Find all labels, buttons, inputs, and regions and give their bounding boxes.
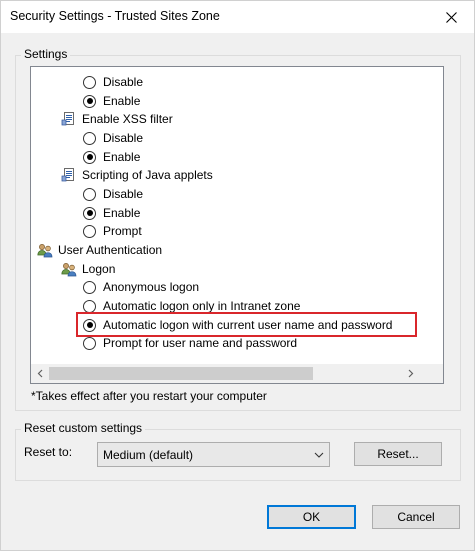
- option-label: Prompt: [103, 224, 142, 238]
- tree-category: User Authentication: [37, 241, 162, 259]
- option-label: Disable: [103, 75, 144, 89]
- close-button[interactable]: [428, 1, 474, 33]
- tree-option[interactable]: Prompt: [83, 222, 142, 240]
- option-label: Automatic logon only in Intranet zone: [103, 299, 301, 313]
- radio-button[interactable]: [83, 75, 96, 89]
- radio-button[interactable]: [83, 187, 96, 201]
- option-label: Prompt for user name and password: [103, 336, 298, 350]
- radio-button[interactable]: [83, 131, 96, 145]
- option-label: Enable: [103, 150, 141, 164]
- radio-button[interactable]: [83, 280, 96, 294]
- reset-to-label: Reset to:: [24, 445, 73, 459]
- cancel-button-label: Cancel: [397, 510, 435, 524]
- reset-button-label: Reset...: [377, 447, 419, 461]
- tree-option[interactable]: Enable: [83, 204, 140, 222]
- security-level-dropdown[interactable]: Medium (default): [97, 442, 330, 467]
- category-label: User Authentication: [58, 243, 163, 257]
- tree-option[interactable]: Disable: [83, 129, 143, 147]
- settings-page-icon: [61, 168, 74, 182]
- scroll-left-button[interactable]: [32, 365, 49, 382]
- tree-category: Scripting of Java applets: [61, 166, 213, 184]
- option-label: Disable: [103, 187, 144, 201]
- reset-group-label: Reset custom settings: [21, 421, 146, 435]
- radio-button[interactable]: [83, 94, 96, 108]
- settings-page-icon: [61, 112, 74, 126]
- horizontal-scroll-thumb[interactable]: [49, 367, 313, 380]
- tree-option[interactable]: Enable: [83, 92, 140, 110]
- restart-note: *Takes effect after you restart your com…: [31, 389, 267, 403]
- radio-button[interactable]: [83, 224, 96, 238]
- radio-button[interactable]: [83, 150, 96, 164]
- tree-category: Enable XSS filter: [61, 110, 173, 128]
- scroll-right-button[interactable]: [402, 365, 419, 382]
- cancel-button[interactable]: Cancel: [372, 505, 460, 529]
- tree-option[interactable]: Enable: [83, 148, 140, 166]
- tree-option[interactable]: Disable: [83, 185, 143, 203]
- ok-button-label: OK: [302, 510, 321, 524]
- chevron-down-icon: [314, 452, 324, 458]
- option-label: Enable: [103, 94, 141, 108]
- reset-button[interactable]: Reset...: [354, 442, 442, 466]
- selected-level: Medium (default): [103, 447, 194, 462]
- tree-option[interactable]: Disable: [83, 73, 143, 91]
- subcategory-label: Logon: [82, 262, 116, 276]
- highlight-box: [76, 312, 417, 337]
- settings-group-label: Settings: [21, 47, 71, 61]
- horizontal-scrollbar[interactable]: [31, 364, 443, 383]
- radio-button[interactable]: [83, 206, 96, 220]
- title-bar: Security Settings - Trusted Sites Zone: [1, 1, 474, 33]
- option-label: Disable: [103, 131, 144, 145]
- tree-subcategory: Logon: [61, 260, 115, 278]
- option-label: Anonymous logon: [103, 280, 200, 294]
- window-title: Security Settings - Trusted Sites Zone: [10, 9, 220, 23]
- tree-option[interactable]: Anonymous logon: [83, 278, 199, 296]
- option-label: Enable: [103, 206, 141, 220]
- users-icon: [37, 244, 53, 258]
- users-icon: [61, 263, 77, 277]
- chevron-right-icon: [408, 369, 414, 378]
- chevron-left-icon: [37, 369, 43, 378]
- ok-button[interactable]: OK: [267, 505, 356, 529]
- radio-button[interactable]: [83, 299, 96, 313]
- security-settings-dialog: Security Settings - Trusted Sites Zone S…: [0, 0, 475, 551]
- category-label: Enable XSS filter: [82, 112, 173, 126]
- category-label: Scripting of Java applets: [82, 168, 213, 182]
- radio-button[interactable]: [83, 336, 96, 350]
- close-icon: [445, 11, 457, 23]
